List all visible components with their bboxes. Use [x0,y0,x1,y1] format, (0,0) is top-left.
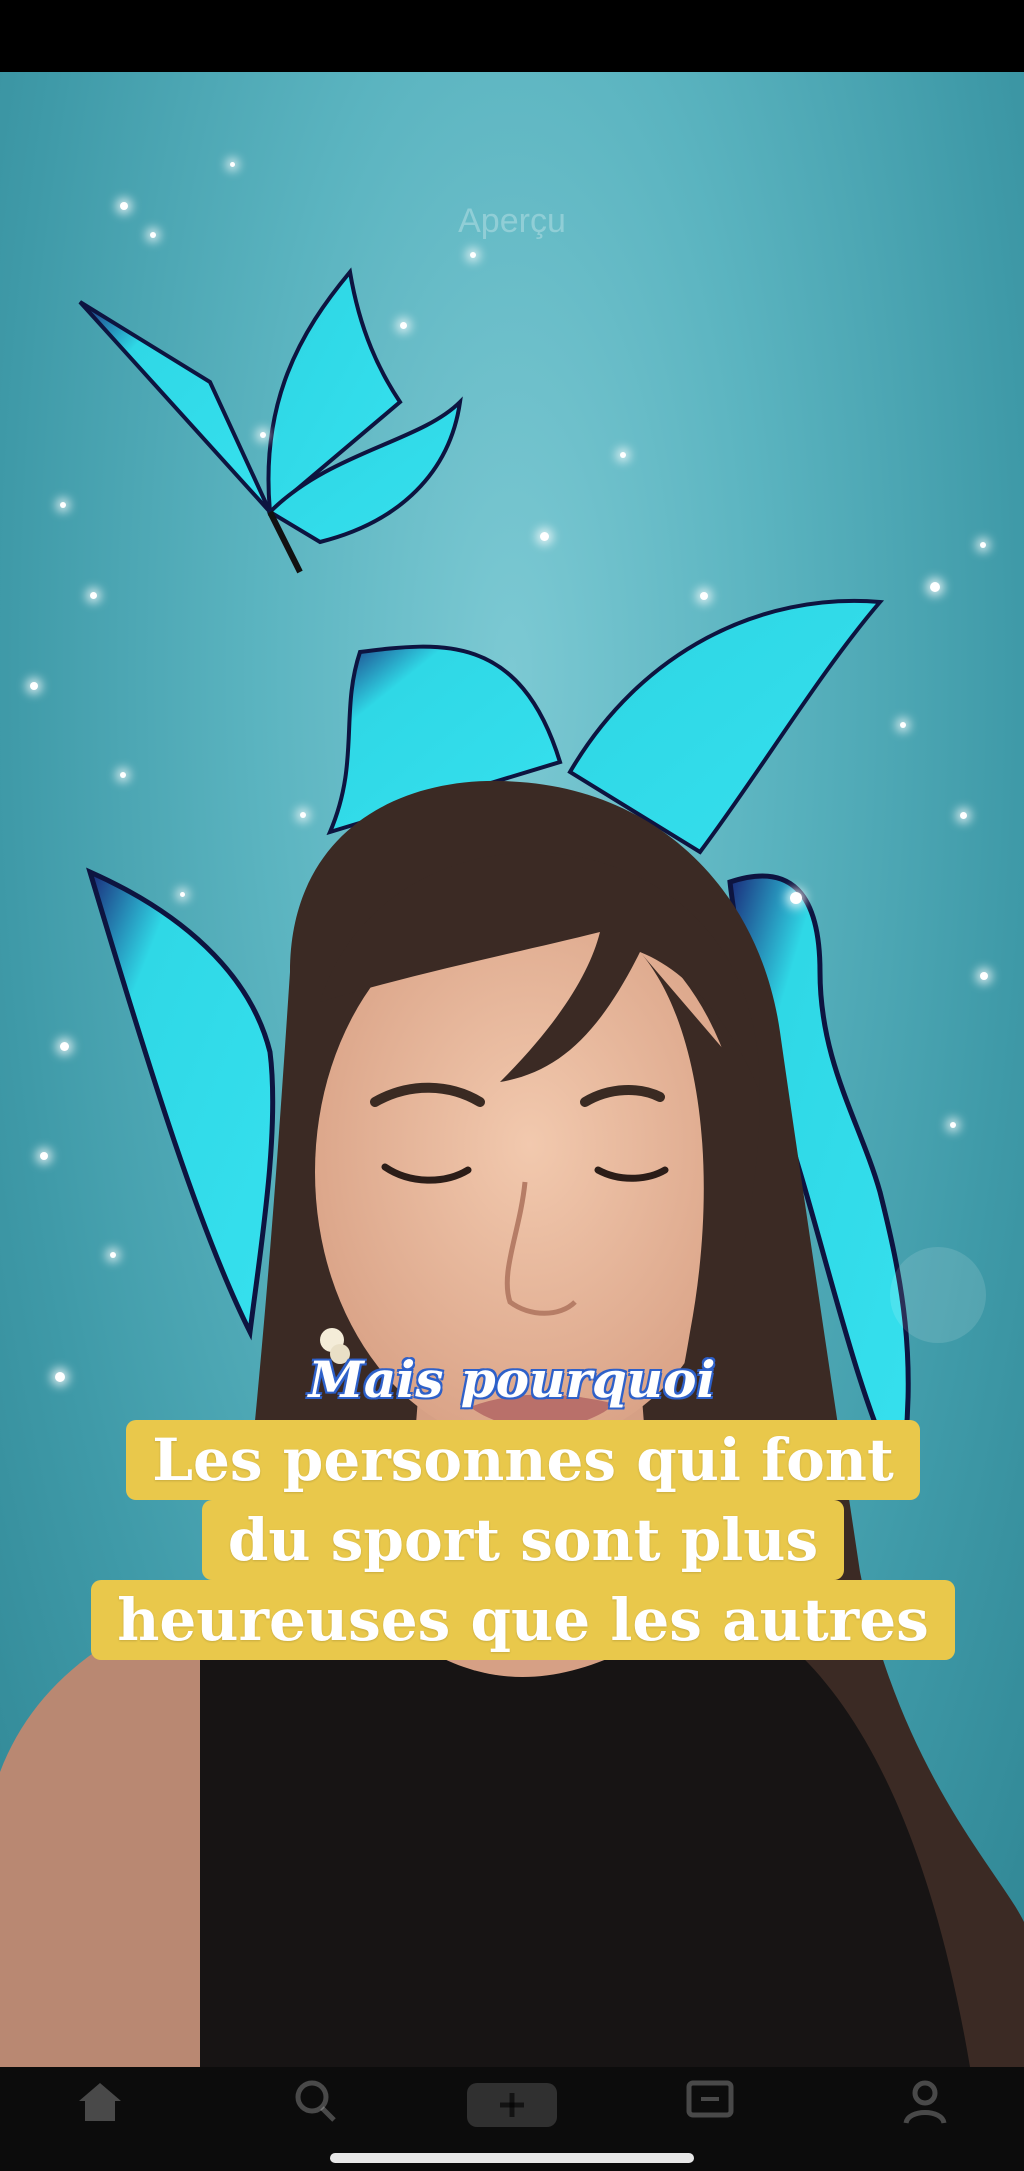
caption-kicker: Mais pourquoi [308,1350,716,1409]
plus-icon [467,2083,557,2127]
caption-line-2: du sport sont plus [201,1500,845,1580]
caption-line-1: Les personnes qui font [126,1420,920,1500]
status-bar [0,0,1024,72]
profile-icon [903,2080,947,2125]
search-icon [295,2080,336,2122]
caption-box: Les personnes qui font du sport sont plu… [58,1420,988,1660]
nav-inbox[interactable] [630,2077,790,2130]
inbox-icon [686,2080,734,2118]
nav-discover[interactable] [235,2077,395,2130]
home-indicator[interactable] [330,2153,694,2163]
butterfly-top [78,267,463,574]
video-frame-illustration [0,267,1024,2067]
caption-line-3: heureuses que les autres [91,1580,955,1660]
video-player[interactable]: Aperçu [0,72,1024,2067]
home-icon [79,2083,121,2121]
nav-home[interactable] [20,2077,180,2130]
nav-create[interactable] [432,2077,592,2138]
sound-disc[interactable] [890,1247,986,1343]
nav-profile[interactable] [845,2077,1005,2130]
butterfly-left [86,867,276,1341]
